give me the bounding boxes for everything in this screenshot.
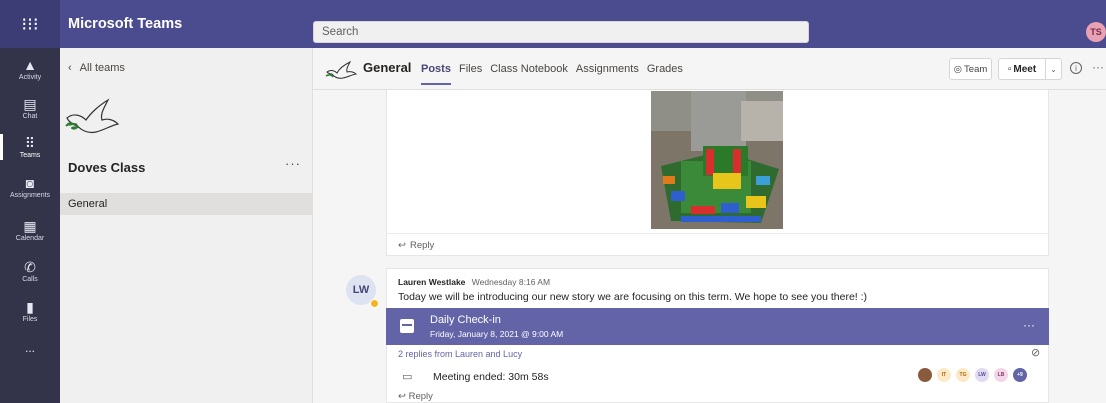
more-options-icon[interactable]: ···	[1092, 60, 1104, 74]
reply-button[interactable]: ↩ Reply	[386, 233, 1049, 256]
info-icon[interactable]: i	[1070, 62, 1082, 74]
channel-tabs: Posts Files Class Notebook Assignments G…	[421, 63, 683, 85]
rail-activity[interactable]: ▲ Activity	[0, 50, 60, 88]
participant-avatars: IT TG LW LB +9	[918, 368, 1027, 382]
reply-arrow-icon: ↩	[398, 391, 406, 402]
rail-files[interactable]: ▮ Files	[0, 292, 60, 330]
rail-label: Calendar	[15, 234, 45, 242]
team-name: Doves Class	[68, 160, 146, 175]
participant-avatar[interactable]: LW	[975, 368, 989, 382]
phone-icon: ✆	[24, 258, 36, 275]
team-button[interactable]: ◎ Team	[949, 58, 992, 80]
attachment-icon[interactable]: ⊘	[1031, 346, 1040, 359]
tab-files[interactable]: Files	[459, 63, 482, 85]
lego-photo	[651, 91, 783, 229]
rail-label: Chat	[22, 112, 38, 120]
chevron-left-icon: ‹	[68, 62, 72, 74]
post-timestamp: Wednesday 8:16 AM	[471, 277, 551, 287]
meeting-datetime: Friday, January 8, 2021 @ 9:00 AM	[430, 329, 564, 339]
calendar-icon: ▦	[23, 217, 37, 234]
rail-calls[interactable]: ✆ Calls	[0, 252, 60, 290]
channel-dove-icon	[325, 60, 358, 79]
author-name[interactable]: Lauren Westlake	[398, 277, 465, 287]
channel-title: General	[363, 60, 412, 75]
meeting-card[interactable]: Daily Check-in Friday, January 8, 2021 @…	[386, 308, 1049, 345]
video-camera-icon: ▫	[1007, 63, 1012, 75]
teams-icon: ⠿	[24, 134, 36, 151]
rail-label: Files	[22, 315, 38, 323]
rail-chat[interactable]: ▤ Chat	[0, 89, 60, 127]
reply-label: Reply	[408, 391, 433, 402]
video-camera-icon: ▭	[402, 371, 413, 383]
participant-avatar[interactable]: IT	[937, 368, 951, 382]
app-launcher-icon[interactable]: ⁝⁝⁝	[0, 0, 60, 48]
meet-button[interactable]: ▫ Meet ⌄	[998, 58, 1062, 80]
rail-label: Activity	[18, 73, 42, 81]
rail-label: Teams	[19, 151, 41, 159]
replies-link[interactable]: 2 replies from Lauren and Lucy	[398, 349, 522, 359]
meeting-title: Daily Check-in	[430, 314, 501, 326]
app-title: Microsoft Teams	[68, 16, 183, 32]
tab-assignments[interactable]: Assignments	[576, 63, 639, 85]
user-avatar[interactable]: TS	[1086, 22, 1106, 42]
team-button-label: Team	[964, 63, 988, 75]
meeting-ended-label: Meeting ended: 30m 58s	[433, 371, 549, 383]
participant-avatar[interactable]: LB	[994, 368, 1008, 382]
all-teams-label: All teams	[79, 62, 125, 74]
more-icon: ...	[24, 341, 35, 355]
reply-button[interactable]: ↩ Reply	[398, 391, 433, 402]
rail-more[interactable]: ...	[0, 330, 60, 368]
tab-grades[interactable]: Grades	[647, 63, 683, 85]
participant-avatar[interactable]: +9	[1013, 368, 1027, 382]
file-icon: ▮	[26, 298, 34, 315]
presence-away-icon	[370, 299, 379, 308]
chevron-down-icon[interactable]: ⌄	[1045, 59, 1061, 79]
tab-class-notebook[interactable]: Class Notebook	[490, 63, 568, 85]
bell-icon: ▲	[23, 56, 37, 73]
rail-assignments[interactable]: ◙ Assignments	[0, 168, 60, 206]
search-box[interactable]: Search	[313, 21, 809, 43]
participant-avatar[interactable]: TG	[956, 368, 970, 382]
all-teams-link[interactable]: ‹ All teams	[68, 62, 125, 74]
rail-label: Assignments	[9, 191, 51, 199]
post-message: Today we will be introducing our new sto…	[398, 291, 868, 303]
eye-icon: ◎	[953, 63, 963, 75]
backpack-icon: ◙	[25, 174, 35, 191]
reply-arrow-icon: ↩	[398, 239, 406, 251]
team-more-icon[interactable]: ···	[285, 156, 301, 171]
rail-teams[interactable]: ⠿ Teams	[0, 128, 60, 166]
rail-calendar[interactable]: ▦ Calendar	[0, 211, 60, 249]
chat-icon: ▤	[23, 95, 37, 112]
dove-logo-icon	[65, 98, 120, 134]
participant-avatar[interactable]	[918, 368, 932, 382]
reply-label: Reply	[409, 239, 435, 251]
rail-label: Calls	[22, 275, 38, 283]
search-input[interactable]: Search	[322, 26, 358, 38]
meeting-more-icon[interactable]: ···	[1023, 318, 1035, 332]
channel-general[interactable]: General	[60, 193, 313, 215]
calendar-icon	[400, 319, 414, 333]
tab-posts[interactable]: Posts	[421, 63, 451, 85]
meet-button-label: Meet	[1013, 63, 1037, 75]
post-author-line: Lauren Westlake Wednesday 8:16 AM	[398, 277, 550, 287]
